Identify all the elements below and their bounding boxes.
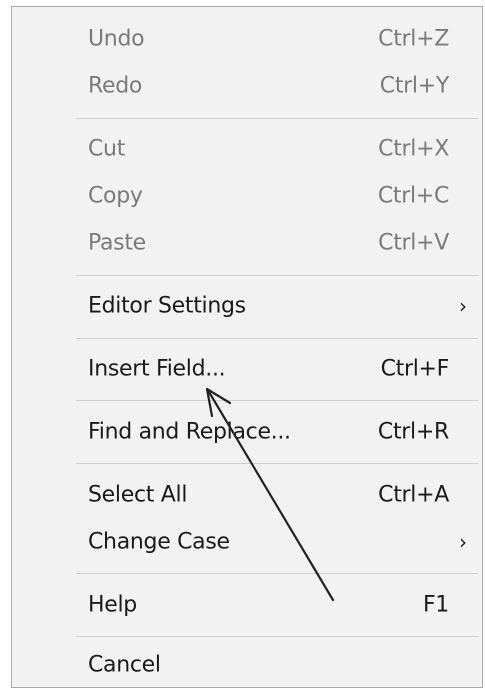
menu-item-shortcut: Ctrl+F: [380, 356, 450, 382]
menu-item-redo[interactable]: Redo Ctrl+Y: [12, 66, 482, 106]
menu-item-select-all[interactable]: Select All Ctrl+A: [12, 475, 482, 515]
menu-item-insert-field[interactable]: Insert Field... Ctrl+F: [12, 349, 482, 389]
menu-item-shortcut: Ctrl+X: [378, 136, 449, 162]
menu-item-shortcut: Ctrl+A: [378, 482, 449, 508]
menu-separator: [76, 338, 478, 339]
menu-item-editor-settings[interactable]: Editor Settings ›: [12, 286, 482, 326]
menu-item-shortcut: F1: [422, 592, 449, 618]
menu-item-change-case[interactable]: Change Case ›: [12, 522, 482, 562]
menu-item-label: Select All: [88, 482, 188, 508]
menu-item-label: Copy: [88, 183, 143, 209]
menu-item-label: Redo: [88, 73, 143, 99]
menu-item-label: Undo: [88, 26, 145, 52]
chevron-right-icon: ›: [459, 294, 467, 318]
menu-item-label: Cut: [88, 136, 126, 162]
menu-item-shortcut: Ctrl+Y: [379, 73, 450, 99]
menu-item-find-and-replace[interactable]: Find and Replace... Ctrl+R: [12, 412, 482, 452]
menu-separator: [76, 118, 478, 119]
menu-item-undo[interactable]: Undo Ctrl+Z: [12, 19, 482, 59]
menu-item-copy[interactable]: Copy Ctrl+C: [12, 176, 482, 216]
menu-separator: [76, 400, 478, 401]
menu-item-label: Editor Settings: [88, 293, 246, 319]
menu-item-shortcut: Ctrl+R: [377, 419, 449, 445]
menu-item-label: Change Case: [88, 529, 230, 555]
menu-item-label: Cancel: [88, 652, 161, 678]
menu-item-shortcut: Ctrl+C: [377, 183, 449, 209]
menu-item-label: Find and Replace...: [88, 419, 291, 445]
menu-item-help[interactable]: Help F1: [12, 585, 482, 625]
menu-item-cut[interactable]: Cut Ctrl+X: [12, 129, 482, 169]
context-menu: Undo Ctrl+Z Redo Ctrl+Y Cut Ctrl+X Copy …: [11, 6, 483, 688]
menu-item-label: Paste: [88, 230, 146, 256]
menu-separator: [76, 463, 478, 464]
menu-separator: [76, 636, 478, 637]
menu-item-label: Insert Field...: [88, 356, 226, 382]
menu-item-label: Help: [88, 592, 137, 618]
chevron-right-icon: ›: [459, 530, 467, 554]
menu-separator: [76, 275, 478, 276]
menu-item-shortcut: Ctrl+Z: [378, 26, 449, 52]
menu-item-shortcut: Ctrl+V: [378, 230, 449, 256]
menu-item-paste[interactable]: Paste Ctrl+V: [12, 223, 482, 263]
menu-separator: [76, 573, 478, 574]
menu-item-cancel[interactable]: Cancel: [12, 645, 482, 685]
